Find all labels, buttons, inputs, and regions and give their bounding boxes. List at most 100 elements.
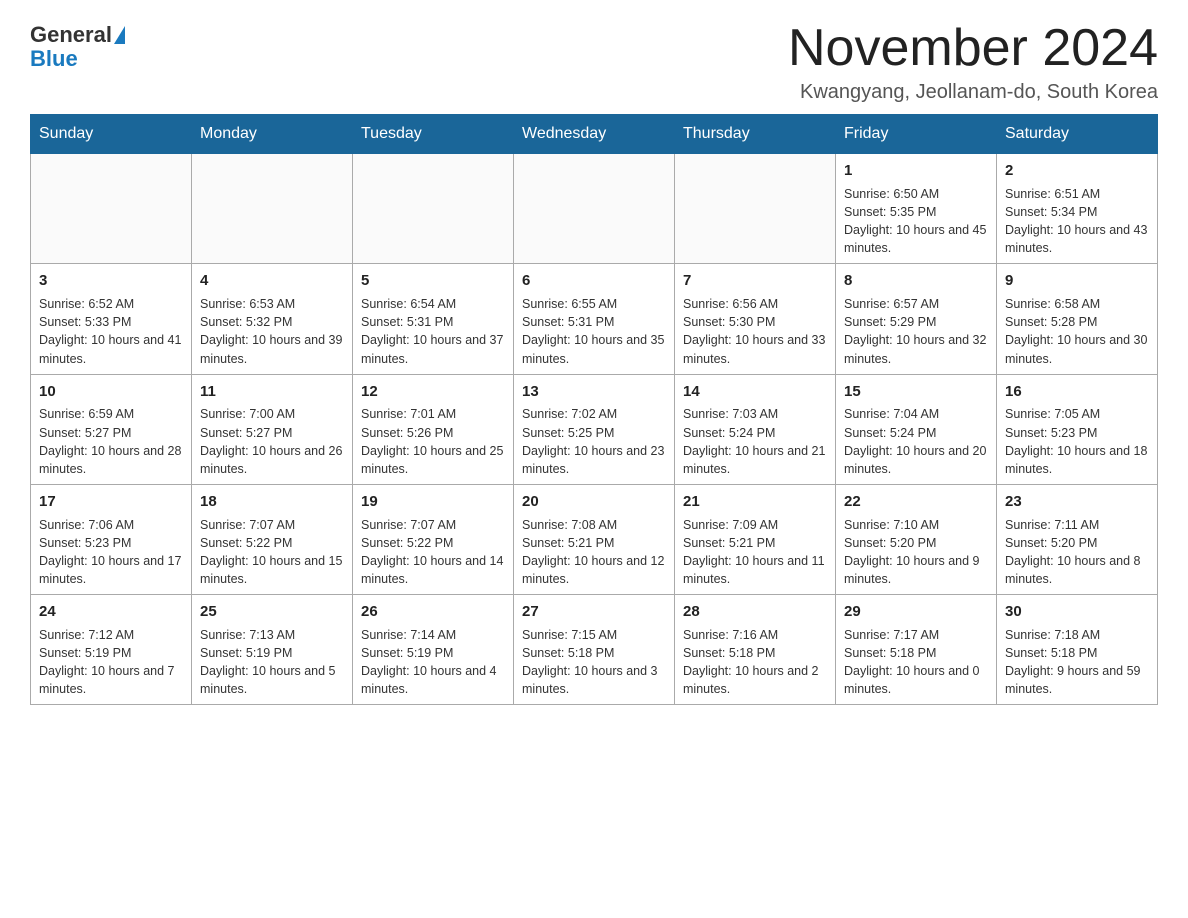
calendar-cell: 8 Sunrise: 6:57 AM Sunset: 5:29 PM Daylig… xyxy=(836,264,997,374)
day-info: Sunrise: 6:56 AM Sunset: 5:30 PM Dayligh… xyxy=(683,295,827,368)
day-number: 3 xyxy=(39,270,183,292)
day-info: Sunrise: 7:18 AM Sunset: 5:18 PM Dayligh… xyxy=(1005,626,1149,699)
day-number: 16 xyxy=(1005,381,1149,403)
day-number: 8 xyxy=(844,270,988,292)
calendar-cell xyxy=(192,154,353,264)
day-info: Sunrise: 6:54 AM Sunset: 5:31 PM Dayligh… xyxy=(361,295,505,368)
day-number: 24 xyxy=(39,601,183,623)
logo-blue-text: Blue xyxy=(30,46,78,72)
calendar-cell: 14Sunrise: 7:03 AM Sunset: 5:24 PM Dayli… xyxy=(675,374,836,484)
day-info: Sunrise: 7:15 AM Sunset: 5:18 PM Dayligh… xyxy=(522,626,666,699)
day-number: 9 xyxy=(1005,270,1149,292)
day-number: 19 xyxy=(361,491,505,513)
day-number: 6 xyxy=(522,270,666,292)
day-number: 29 xyxy=(844,601,988,623)
day-number: 1 xyxy=(844,160,988,182)
day-info: Sunrise: 6:53 AM Sunset: 5:32 PM Dayligh… xyxy=(200,295,344,368)
day-number: 15 xyxy=(844,381,988,403)
calendar-cell: 3 Sunrise: 6:52 AM Sunset: 5:33 PM Daylig… xyxy=(31,264,192,374)
day-number: 12 xyxy=(361,381,505,403)
day-number: 5 xyxy=(361,270,505,292)
day-number: 22 xyxy=(844,491,988,513)
location-title: Kwangyang, Jeollanam-do, South Korea xyxy=(788,81,1158,104)
calendar-cell: 2 Sunrise: 6:51 AM Sunset: 5:34 PM Daylig… xyxy=(997,154,1158,264)
day-number: 18 xyxy=(200,491,344,513)
calendar-cell: 10Sunrise: 6:59 AM Sunset: 5:27 PM Dayli… xyxy=(31,374,192,484)
day-number: 10 xyxy=(39,381,183,403)
day-info: Sunrise: 6:57 AM Sunset: 5:29 PM Dayligh… xyxy=(844,295,988,368)
day-info: Sunrise: 7:04 AM Sunset: 5:24 PM Dayligh… xyxy=(844,405,988,478)
day-info: Sunrise: 7:02 AM Sunset: 5:25 PM Dayligh… xyxy=(522,405,666,478)
day-number: 2 xyxy=(1005,160,1149,182)
calendar-cell: 15Sunrise: 7:04 AM Sunset: 5:24 PM Dayli… xyxy=(836,374,997,484)
day-info: Sunrise: 7:01 AM Sunset: 5:26 PM Dayligh… xyxy=(361,405,505,478)
calendar-cell xyxy=(675,154,836,264)
calendar-table: SundayMondayTuesdayWednesdayThursdayFrid… xyxy=(30,114,1158,705)
calendar-header-row: SundayMondayTuesdayWednesdayThursdayFrid… xyxy=(31,115,1158,154)
day-number: 7 xyxy=(683,270,827,292)
day-number: 13 xyxy=(522,381,666,403)
day-info: Sunrise: 7:17 AM Sunset: 5:18 PM Dayligh… xyxy=(844,626,988,699)
day-info: Sunrise: 7:10 AM Sunset: 5:20 PM Dayligh… xyxy=(844,516,988,589)
day-info: Sunrise: 7:07 AM Sunset: 5:22 PM Dayligh… xyxy=(200,516,344,589)
day-info: Sunrise: 7:11 AM Sunset: 5:20 PM Dayligh… xyxy=(1005,516,1149,589)
calendar-cell: 20 Sunrise: 7:08 AM Sunset: 5:21 PM Dayli… xyxy=(514,484,675,594)
day-info: Sunrise: 6:52 AM Sunset: 5:33 PM Dayligh… xyxy=(39,295,183,368)
page-header: General Blue November 2024 Kwangyang, Je… xyxy=(30,20,1158,104)
calendar-header-thursday: Thursday xyxy=(675,115,836,154)
calendar-cell: 27 Sunrise: 7:15 AM Sunset: 5:18 PM Dayli… xyxy=(514,595,675,705)
calendar-cell: 12Sunrise: 7:01 AM Sunset: 5:26 PM Dayli… xyxy=(353,374,514,484)
calendar-cell: 19Sunrise: 7:07 AM Sunset: 5:22 PM Dayli… xyxy=(353,484,514,594)
day-info: Sunrise: 7:13 AM Sunset: 5:19 PM Dayligh… xyxy=(200,626,344,699)
calendar-cell: 16Sunrise: 7:05 AM Sunset: 5:23 PM Dayli… xyxy=(997,374,1158,484)
calendar-cell: 21 Sunrise: 7:09 AM Sunset: 5:21 PM Dayli… xyxy=(675,484,836,594)
calendar-cell xyxy=(514,154,675,264)
logo-triangle-icon xyxy=(114,26,125,44)
calendar-week-5: 24Sunrise: 7:12 AM Sunset: 5:19 PM Dayli… xyxy=(31,595,1158,705)
day-info: Sunrise: 6:58 AM Sunset: 5:28 PM Dayligh… xyxy=(1005,295,1149,368)
calendar-cell: 4Sunrise: 6:53 AM Sunset: 5:32 PM Daylig… xyxy=(192,264,353,374)
day-info: Sunrise: 7:08 AM Sunset: 5:21 PM Dayligh… xyxy=(522,516,666,589)
day-info: Sunrise: 7:06 AM Sunset: 5:23 PM Dayligh… xyxy=(39,516,183,589)
calendar-header-wednesday: Wednesday xyxy=(514,115,675,154)
day-info: Sunrise: 7:03 AM Sunset: 5:24 PM Dayligh… xyxy=(683,405,827,478)
day-number: 11 xyxy=(200,381,344,403)
calendar-cell: 13Sunrise: 7:02 AM Sunset: 5:25 PM Dayli… xyxy=(514,374,675,484)
day-info: Sunrise: 6:55 AM Sunset: 5:31 PM Dayligh… xyxy=(522,295,666,368)
day-number: 23 xyxy=(1005,491,1149,513)
calendar-cell: 6 Sunrise: 6:55 AM Sunset: 5:31 PM Daylig… xyxy=(514,264,675,374)
calendar-header-friday: Friday xyxy=(836,115,997,154)
calendar-header-monday: Monday xyxy=(192,115,353,154)
calendar-cell xyxy=(31,154,192,264)
day-info: Sunrise: 7:09 AM Sunset: 5:21 PM Dayligh… xyxy=(683,516,827,589)
calendar-cell xyxy=(353,154,514,264)
day-info: Sunrise: 6:59 AM Sunset: 5:27 PM Dayligh… xyxy=(39,405,183,478)
calendar-week-1: 1Sunrise: 6:50 AM Sunset: 5:35 PM Daylig… xyxy=(31,154,1158,264)
day-number: 26 xyxy=(361,601,505,623)
day-number: 25 xyxy=(200,601,344,623)
day-info: Sunrise: 7:14 AM Sunset: 5:19 PM Dayligh… xyxy=(361,626,505,699)
day-info: Sunrise: 6:51 AM Sunset: 5:34 PM Dayligh… xyxy=(1005,185,1149,258)
calendar-cell: 22 Sunrise: 7:10 AM Sunset: 5:20 PM Dayli… xyxy=(836,484,997,594)
calendar-header-tuesday: Tuesday xyxy=(353,115,514,154)
calendar-cell: 23 Sunrise: 7:11 AM Sunset: 5:20 PM Dayli… xyxy=(997,484,1158,594)
calendar-cell: 29 Sunrise: 7:17 AM Sunset: 5:18 PM Dayli… xyxy=(836,595,997,705)
calendar-cell: 1Sunrise: 6:50 AM Sunset: 5:35 PM Daylig… xyxy=(836,154,997,264)
calendar-week-2: 3 Sunrise: 6:52 AM Sunset: 5:33 PM Daylig… xyxy=(31,264,1158,374)
calendar-cell: 7 Sunrise: 6:56 AM Sunset: 5:30 PM Daylig… xyxy=(675,264,836,374)
calendar-cell: 9 Sunrise: 6:58 AM Sunset: 5:28 PM Daylig… xyxy=(997,264,1158,374)
calendar-week-3: 10Sunrise: 6:59 AM Sunset: 5:27 PM Dayli… xyxy=(31,374,1158,484)
calendar-cell: 25 Sunrise: 7:13 AM Sunset: 5:19 PM Dayli… xyxy=(192,595,353,705)
calendar-cell: 26 Sunrise: 7:14 AM Sunset: 5:19 PM Dayli… xyxy=(353,595,514,705)
logo-general-text: General xyxy=(30,24,112,46)
day-info: Sunrise: 7:16 AM Sunset: 5:18 PM Dayligh… xyxy=(683,626,827,699)
calendar-cell: 28Sunrise: 7:16 AM Sunset: 5:18 PM Dayli… xyxy=(675,595,836,705)
day-number: 27 xyxy=(522,601,666,623)
logo: General Blue xyxy=(30,24,125,72)
day-number: 21 xyxy=(683,491,827,513)
calendar-header-sunday: Sunday xyxy=(31,115,192,154)
day-number: 14 xyxy=(683,381,827,403)
day-number: 17 xyxy=(39,491,183,513)
month-title: November 2024 xyxy=(788,20,1158,77)
day-number: 20 xyxy=(522,491,666,513)
